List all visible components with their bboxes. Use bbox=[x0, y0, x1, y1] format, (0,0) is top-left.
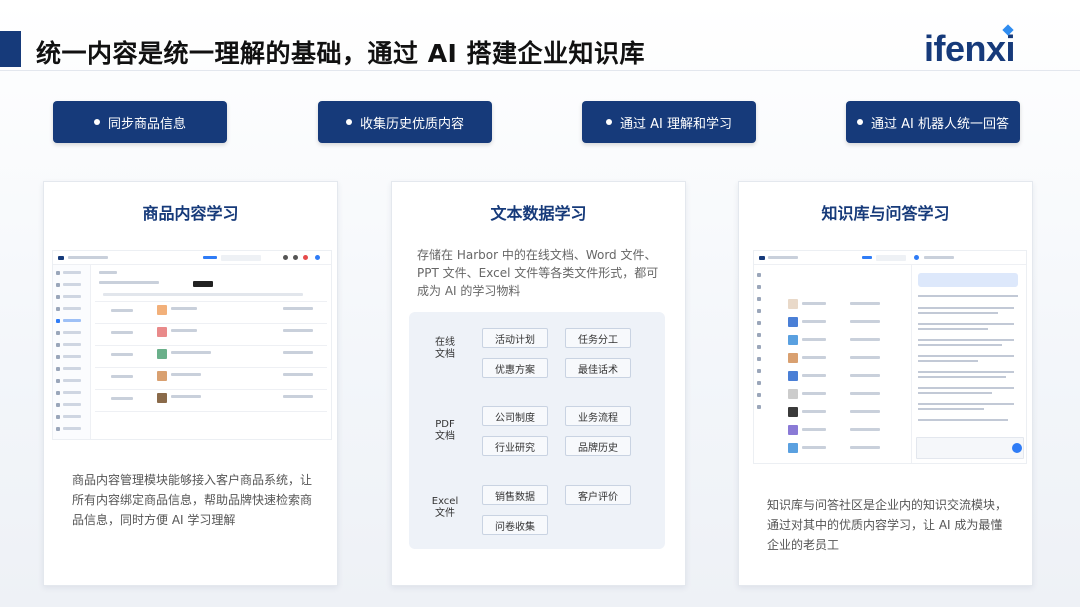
chip: 客户评价 bbox=[565, 485, 631, 505]
group-excel-files: Excel 文件 bbox=[431, 496, 459, 519]
card-intro: 存储在 Harbor 中的在线文档、Word 文件、PPT 文件、Excel 文… bbox=[417, 248, 659, 298]
step-label: 收集历史优质内容 bbox=[359, 116, 464, 132]
card-title: 商品内容学习 bbox=[142, 204, 239, 223]
step-ai-learn: 通过 AI 理解和学习 bbox=[582, 101, 756, 143]
group-pdf-docs: PDF 文档 bbox=[435, 419, 455, 442]
chip: 最佳话术 bbox=[565, 358, 631, 378]
chip: 行业研究 bbox=[482, 436, 548, 456]
chip: 活动计划 bbox=[482, 328, 548, 348]
header-divider bbox=[0, 70, 1080, 71]
step-label: 同步商品信息 bbox=[107, 116, 186, 132]
bullet-icon bbox=[857, 119, 863, 125]
step-label: 通过 AI 机器人统一回答 bbox=[871, 116, 1009, 132]
mock-topbar bbox=[53, 251, 331, 265]
step-label: 通过 AI 理解和学习 bbox=[620, 116, 732, 132]
product-admin-screenshot bbox=[52, 250, 332, 440]
page-title: 统一内容是统一理解的基础，通过 AI 搭建企业知识库 bbox=[36, 39, 646, 68]
bullet-icon bbox=[345, 119, 352, 125]
card-product-learning: 商品内容学习 商品内容管理模块能够接入客户商品系统，让所有内容绑定商品信息，帮助… bbox=[43, 181, 338, 586]
send-icon bbox=[1012, 443, 1022, 453]
knowledge-list bbox=[754, 265, 909, 463]
chip: 公司制度 bbox=[482, 406, 548, 426]
card-qa-learning: 知识库与问答学习 知识库与问答社区是企业内的知识交流模块，通过对其中的优质内容学… bbox=[738, 181, 1033, 586]
group-online-docs: 在线 文档 bbox=[435, 337, 455, 360]
mock-sidebar bbox=[53, 265, 91, 439]
card-description: 商品内容管理模块能够接入客户商品系统，让所有内容绑定商品信息，帮助品牌快速检索商… bbox=[72, 473, 313, 527]
bullet-icon bbox=[93, 119, 100, 125]
chip: 品牌历史 bbox=[565, 436, 631, 456]
mock-topbar bbox=[754, 251, 1026, 265]
card-title: 知识库与问答学习 bbox=[821, 204, 950, 223]
qa-chat-screenshot bbox=[753, 250, 1027, 464]
ifenxi-logo: ifenxi bbox=[924, 28, 1016, 69]
card-text-learning: 文本数据学习 存储在 Harbor 中的在线文档、Word 文件、PPT 文件、… bbox=[391, 181, 686, 586]
chip: 销售数据 bbox=[482, 485, 548, 505]
step-sync-products: 同步商品信息 bbox=[53, 101, 227, 143]
card-title: 文本数据学习 bbox=[490, 204, 587, 223]
document-types-panel: 在线 文档 活动计划 任务分工 优惠方案 最佳话术 PDF 文档 公司制度 业务… bbox=[409, 312, 665, 549]
chip: 优惠方案 bbox=[482, 358, 548, 378]
title-accent-bar bbox=[0, 31, 21, 67]
step-collect-content: 收集历史优质内容 bbox=[318, 101, 492, 143]
card-description: 知识库与问答社区是企业内的知识交流模块，通过对其中的优质内容学习，让 AI 成为… bbox=[767, 498, 1008, 552]
ai-chat-panel bbox=[911, 265, 1026, 463]
step-ai-answer: 通过 AI 机器人统一回答 bbox=[846, 101, 1020, 143]
chip: 任务分工 bbox=[565, 328, 631, 348]
chip: 问卷收集 bbox=[482, 515, 548, 535]
chip: 业务流程 bbox=[565, 406, 631, 426]
bullet-icon bbox=[606, 119, 612, 125]
